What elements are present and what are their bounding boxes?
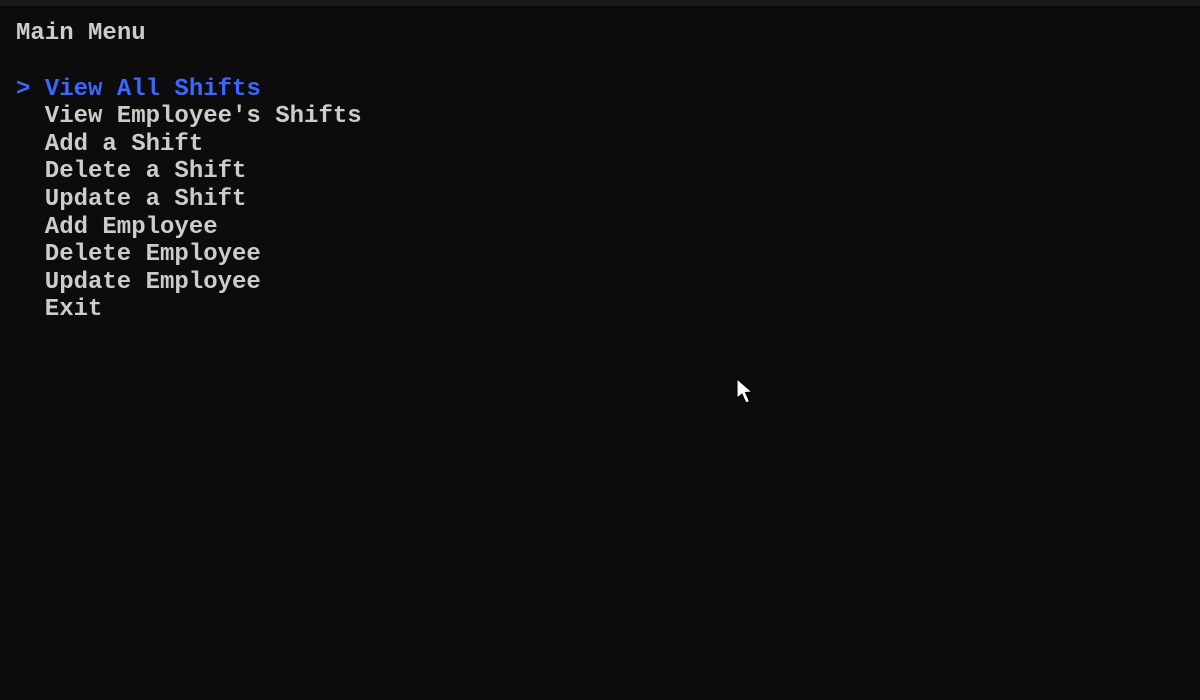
selection-prefix: > bbox=[16, 76, 45, 103]
menu-item-update-employee[interactable]: Update Employee bbox=[16, 269, 1184, 297]
menu-item-delete-shift[interactable]: Delete a Shift bbox=[16, 158, 1184, 186]
terminal-screen: Main Menu > View All Shifts View Employe… bbox=[0, 6, 1200, 338]
menu-item-exit[interactable]: Exit bbox=[16, 296, 1184, 324]
menu-item-view-all-shifts[interactable]: > View All Shifts bbox=[16, 76, 1184, 104]
menu-item-label: Update a Shift bbox=[45, 186, 247, 213]
menu-item-label: Delete a Shift bbox=[45, 158, 247, 185]
menu-item-add-employee[interactable]: Add Employee bbox=[16, 214, 1184, 242]
menu-item-label: Delete Employee bbox=[45, 241, 261, 268]
menu-list: > View All Shifts View Employee's Shifts… bbox=[16, 76, 1184, 324]
menu-item-delete-employee[interactable]: Delete Employee bbox=[16, 241, 1184, 269]
menu-item-view-employees-shifts[interactable]: View Employee's Shifts bbox=[16, 103, 1184, 131]
menu-item-label: View All Shifts bbox=[45, 76, 261, 103]
menu-item-label: Exit bbox=[45, 296, 103, 323]
menu-item-label: Add Employee bbox=[45, 214, 218, 241]
mouse-cursor-icon bbox=[735, 378, 757, 414]
menu-item-label: Update Employee bbox=[45, 269, 261, 296]
menu-item-add-shift[interactable]: Add a Shift bbox=[16, 131, 1184, 159]
menu-item-label: Add a Shift bbox=[45, 131, 203, 158]
menu-item-label: View Employee's Shifts bbox=[45, 103, 362, 130]
menu-item-update-shift[interactable]: Update a Shift bbox=[16, 186, 1184, 214]
menu-title: Main Menu bbox=[16, 20, 1184, 48]
